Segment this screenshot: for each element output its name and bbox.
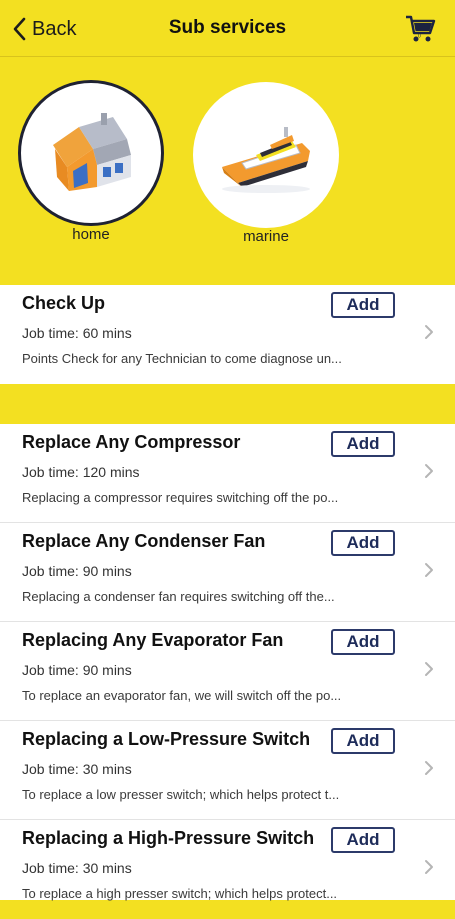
chevron-right-icon[interactable]	[424, 463, 434, 479]
service-item[interactable]: Replacing a Low-Pressure Switch Add Job …	[0, 721, 455, 820]
chevron-right-icon[interactable]	[424, 324, 434, 340]
job-time: Job time: 60 mins	[22, 325, 132, 341]
cart-button[interactable]: 0	[404, 14, 438, 44]
page-title: Sub services	[168, 17, 287, 38]
svg-text:0: 0	[418, 34, 421, 40]
category-marine-circle[interactable]	[193, 82, 339, 228]
add-button[interactable]: Add	[331, 292, 395, 318]
service-name: Replacing a High-Pressure Switch	[22, 828, 315, 848]
category-marine-label: marine	[243, 228, 289, 245]
job-time: Job time: 90 mins	[22, 563, 132, 579]
house-icon	[53, 113, 131, 191]
add-button[interactable]: Add	[331, 728, 395, 754]
service-description: To replace an evaporator fan, we will sw…	[22, 688, 342, 703]
service-item[interactable]: Check Up Add Job time: 60 mins Points Ch…	[0, 285, 455, 384]
service-description: Points Check for any Technician to come …	[22, 351, 342, 366]
add-button[interactable]: Add	[331, 431, 395, 457]
service-description: To replace a high presser switch; which …	[22, 886, 338, 901]
category-home[interactable]: home	[18, 80, 164, 245]
service-name: Replace Any Compressor	[22, 432, 241, 452]
add-button[interactable]: Add	[331, 530, 395, 556]
service-name: Check Up	[22, 293, 106, 313]
add-button[interactable]: Add	[331, 827, 395, 853]
service-item[interactable]: Replacing Any Evaporator Fan Add Job tim…	[0, 622, 455, 721]
job-time: Job time: 90 mins	[22, 662, 132, 678]
job-time: Job time: 30 mins	[22, 860, 132, 876]
service-description: To replace a low presser switch; which h…	[22, 787, 340, 802]
category-marine[interactable]: marine	[193, 82, 339, 247]
service-name: Replacing a Low-Pressure Switch	[22, 729, 311, 749]
service-group-2: Replace Any Compressor Add Job time: 120…	[0, 424, 455, 901]
chevron-right-icon[interactable]	[424, 562, 434, 578]
service-name: Replace Any Condenser Fan	[22, 531, 266, 551]
add-button[interactable]: Add	[331, 629, 395, 655]
service-item[interactable]: Replacing a High-Pressure Switch Add Job…	[0, 820, 455, 919]
chevron-right-icon[interactable]	[424, 859, 434, 875]
service-name: Replacing Any Evaporator Fan	[22, 630, 284, 650]
boat-icon	[222, 127, 310, 193]
chevron-right-icon[interactable]	[424, 760, 434, 776]
job-time: Job time: 30 mins	[22, 761, 132, 777]
navigation-bar: Back Sub services 0	[0, 0, 455, 57]
service-item[interactable]: Replace Any Compressor Add Job time: 120…	[0, 424, 455, 523]
category-home-label: home	[72, 226, 110, 243]
service-group-1: Check Up Add Job time: 60 mins Points Ch…	[0, 285, 455, 384]
shopping-cart-icon: 0	[406, 15, 436, 42]
service-description: Replacing a compressor requires switchin…	[22, 490, 339, 505]
job-time: Job time: 120 mins	[22, 464, 140, 480]
service-description: Replacing a condenser fan requires switc…	[22, 589, 335, 604]
chevron-right-icon[interactable]	[424, 661, 434, 677]
category-home-circle[interactable]	[18, 80, 164, 226]
service-item[interactable]: Replace Any Condenser Fan Add Job time: …	[0, 523, 455, 622]
